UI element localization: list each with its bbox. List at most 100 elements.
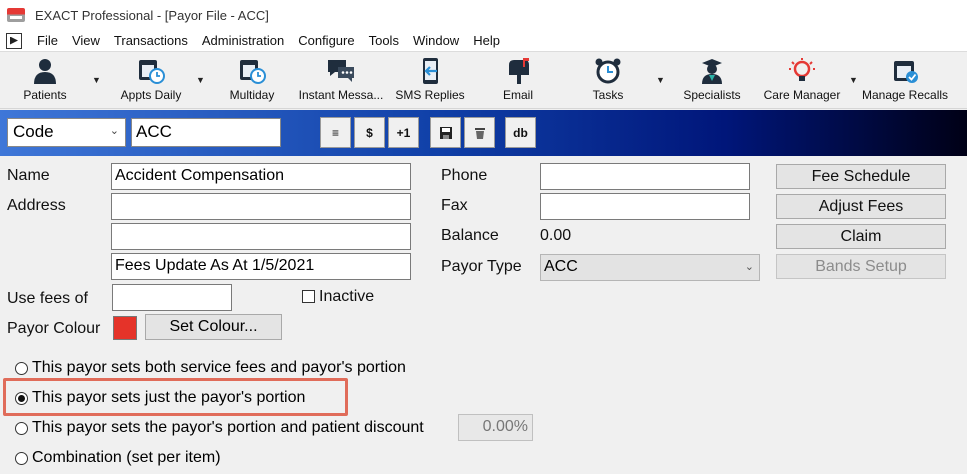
payor-type-label: Payor Type xyxy=(441,258,522,275)
payor-colour-swatch xyxy=(113,316,137,340)
toolbar-tasks-label: Tasks xyxy=(592,88,624,102)
save-icon xyxy=(439,126,452,139)
toolbar-instant-messages-button[interactable]: Instant Messa... xyxy=(298,57,384,105)
menu-window[interactable]: Window xyxy=(406,33,466,48)
list-button[interactable]: ≡ xyxy=(320,117,351,148)
phone-input[interactable] xyxy=(540,163,750,190)
claim-button[interactable]: Claim xyxy=(776,224,946,249)
fee-schedule-button[interactable]: Fee Schedule xyxy=(776,164,946,189)
plus-one-icon: +1 xyxy=(396,125,411,140)
menu-file[interactable]: File xyxy=(30,33,65,48)
lightbulb-icon xyxy=(789,58,815,81)
balance-value: 0.00 xyxy=(540,227,572,244)
selected-option-highlight xyxy=(3,378,348,416)
payor-colour-label: Payor Colour xyxy=(7,320,101,337)
phone-label: Phone xyxy=(441,167,488,184)
save-button[interactable] xyxy=(430,117,461,148)
calendar-check-icon xyxy=(894,61,918,83)
toolbar-manage-recalls-label: Manage Recalls xyxy=(861,88,949,102)
radio-portion-and-discount[interactable] xyxy=(15,421,28,435)
trash-icon xyxy=(474,127,485,139)
search-field-value: Code xyxy=(13,122,54,141)
window-title: EXACT Professional - [Payor File - ACC] xyxy=(35,7,269,23)
toolbar-instant-messages-label: Instant Messa... xyxy=(298,88,384,102)
delete-button[interactable] xyxy=(464,117,495,148)
db-icon: db xyxy=(513,125,528,140)
list-icon: ≡ xyxy=(331,125,339,140)
database-button[interactable]: db xyxy=(505,117,536,148)
toolbar-care-manager-label: Care Manager xyxy=(763,88,841,102)
alarm-clock-icon xyxy=(595,58,621,84)
document-menu-icon[interactable] xyxy=(6,32,22,49)
care-manager-dropdown-arrow-icon[interactable]: ▼ xyxy=(849,75,858,85)
tasks-dropdown-arrow-icon[interactable]: ▼ xyxy=(656,75,665,85)
use-fees-input[interactable] xyxy=(112,284,232,311)
payor-type-select[interactable]: ACC ⌄ xyxy=(540,254,760,281)
patient-discount-input: 0.00% xyxy=(458,414,533,441)
menu-tools[interactable]: Tools xyxy=(362,33,406,48)
menu-configure[interactable]: Configure xyxy=(291,33,361,48)
menu-transactions[interactable]: Transactions xyxy=(107,33,195,48)
menu-help[interactable]: Help xyxy=(466,33,507,48)
address-label: Address xyxy=(7,197,66,214)
radio-combination[interactable] xyxy=(15,451,28,465)
name-input[interactable]: Accident Compensation xyxy=(111,163,411,190)
radio-fees-and-portion[interactable] xyxy=(15,361,28,375)
patients-dropdown-arrow-icon[interactable]: ▼ xyxy=(92,75,101,85)
dollar-button[interactable]: $ xyxy=(354,117,385,148)
calendar-clock-icon xyxy=(139,60,165,84)
toolbar-multiday-button[interactable]: Multiday xyxy=(226,57,278,105)
toolbar-appts-daily-button[interactable]: Appts Daily xyxy=(114,57,188,105)
address-line3-input[interactable]: Fees Update As At 1/5/2021 xyxy=(111,253,411,280)
title-bar: EXACT Professional - [Payor File - ACC] xyxy=(0,0,967,30)
balance-label: Balance xyxy=(441,227,499,244)
toolbar-patients-label: Patients xyxy=(23,88,67,102)
mailbox-icon xyxy=(509,58,529,84)
menu-administration[interactable]: Administration xyxy=(195,33,291,48)
bands-setup-button: Bands Setup xyxy=(776,254,946,279)
chevron-down-icon: ⌄ xyxy=(109,125,119,137)
option-portion-and-discount-label: This payor sets the payor's portion and … xyxy=(32,419,424,436)
use-fees-label: Use fees of xyxy=(7,290,88,307)
toolbar-sms-replies-button[interactable]: SMS Replies xyxy=(395,57,465,105)
toolbar-email-label: Email xyxy=(502,88,533,102)
search-field-select[interactable]: Code ⌄ xyxy=(7,118,126,147)
menu-view[interactable]: View xyxy=(65,33,107,48)
chevron-down-icon: ⌄ xyxy=(744,261,754,273)
toolbar-patients-button[interactable]: Patients xyxy=(22,57,68,105)
fax-label: Fax xyxy=(441,197,468,214)
toolbar-tasks-button[interactable]: Tasks xyxy=(588,57,628,105)
toolbar-sms-replies-label: SMS Replies xyxy=(395,88,465,102)
address-line1-input[interactable] xyxy=(111,193,411,220)
dollar-icon: $ xyxy=(366,125,373,140)
appts-dropdown-arrow-icon[interactable]: ▼ xyxy=(196,75,205,85)
toolbar-specialists-button[interactable]: Specialists xyxy=(682,57,742,105)
sms-icon xyxy=(423,58,438,84)
add-one-button[interactable]: +1 xyxy=(388,117,419,148)
record-search-bar: Code ⌄ ACC ≡ $ +1 db xyxy=(0,110,967,156)
address-line2-input[interactable] xyxy=(111,223,411,250)
toolbar-email-button[interactable]: Email xyxy=(498,57,538,105)
set-colour-button[interactable]: Set Colour... xyxy=(145,314,282,340)
option-combination-label: Combination (set per item) xyxy=(32,449,221,466)
option-combination[interactable]: Combination (set per item) xyxy=(15,449,221,467)
option-fees-and-portion-label: This payor sets both service fees and pa… xyxy=(32,359,406,376)
toolbar-manage-recalls-button[interactable]: Manage Recalls xyxy=(862,57,948,105)
inactive-label: Inactive xyxy=(319,288,375,305)
adjust-fees-button[interactable]: Adjust Fees xyxy=(776,194,946,219)
option-fees-and-portion[interactable]: This payor sets both service fees and pa… xyxy=(15,359,406,377)
fax-input[interactable] xyxy=(540,193,750,220)
toolbar-specialists-label: Specialists xyxy=(683,88,741,102)
payor-type-value: ACC xyxy=(544,258,578,275)
app-logo-icon xyxy=(7,8,25,22)
toolbar-care-manager-button[interactable]: Care Manager xyxy=(762,57,842,105)
code-search-input[interactable]: ACC xyxy=(131,118,281,147)
chat-icon xyxy=(328,60,354,82)
menu-bar: File View Transactions Administration Co… xyxy=(0,30,967,52)
name-label: Name xyxy=(7,167,50,184)
option-portion-and-discount[interactable]: This payor sets the payor's portion and … xyxy=(15,419,424,437)
toolbar-appts-daily-label: Appts Daily xyxy=(120,88,182,102)
main-toolbar: Patients ▼ Appts Daily ▼ Multiday Instan… xyxy=(0,53,967,109)
calendar-clock-icon xyxy=(240,60,266,84)
inactive-checkbox[interactable] xyxy=(302,290,315,303)
